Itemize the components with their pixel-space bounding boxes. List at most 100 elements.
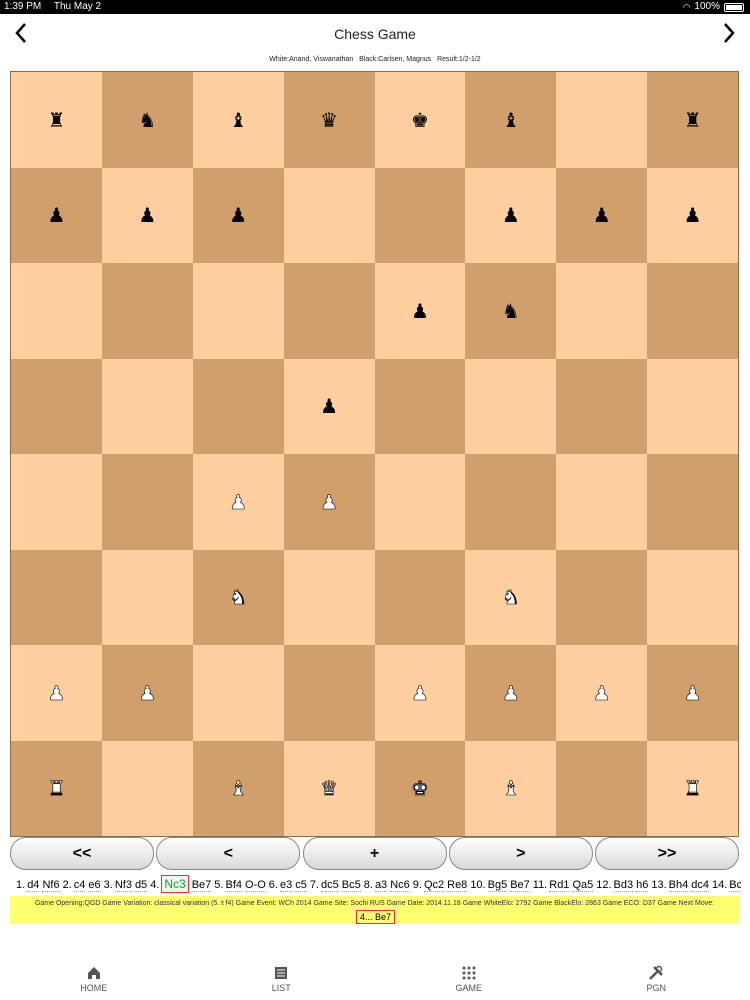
square-b3[interactable] (101, 549, 193, 645)
next-move-box[interactable]: 4... Be7 (355, 910, 396, 924)
square-e2[interactable]: ♟ (374, 645, 466, 741)
white-pawn-icon[interactable]: ♟ (592, 682, 611, 703)
square-g6[interactable] (556, 263, 648, 359)
move-black[interactable]: d5 (134, 879, 148, 892)
square-a7[interactable]: ♟ (11, 167, 102, 263)
black-king-icon[interactable]: ♚ (411, 110, 429, 130)
move-white[interactable]: Bg5 (487, 879, 508, 892)
black-knight-icon[interactable]: ♞ (502, 301, 520, 321)
black-pawn-icon[interactable]: ♟ (47, 205, 65, 225)
move-black[interactable]: O-O (245, 879, 266, 892)
black-pawn-icon[interactable]: ♟ (684, 205, 702, 225)
square-d1[interactable]: ♛ (283, 740, 375, 836)
square-c4[interactable]: ♟ (192, 454, 284, 550)
white-rook-icon[interactable]: ♜ (47, 778, 66, 799)
square-b7[interactable]: ♟ (101, 167, 193, 263)
forward-button[interactable] (714, 18, 744, 48)
white-pawn-icon[interactable]: ♟ (138, 682, 157, 703)
tab-pgn[interactable]: PGN (563, 958, 750, 1000)
white-pawn-icon[interactable]: ♟ (320, 491, 339, 512)
move-black[interactable]: e6 (88, 879, 101, 892)
square-e3[interactable] (374, 549, 466, 645)
square-a4[interactable] (11, 454, 102, 550)
white-pawn-icon[interactable]: ♟ (411, 682, 430, 703)
square-h6[interactable] (647, 263, 738, 359)
move-white[interactable]: Bh4 (668, 879, 689, 892)
black-pawn-icon[interactable]: ♟ (320, 396, 338, 416)
square-g5[interactable] (556, 358, 648, 454)
square-b6[interactable] (101, 263, 193, 359)
move-white[interactable]: Rd1 (549, 879, 570, 892)
move-white[interactable]: c4 (73, 879, 86, 892)
square-g3[interactable] (556, 549, 648, 645)
white-bishop-icon[interactable]: ♝ (229, 778, 248, 799)
move-white[interactable]: Bd3 (613, 879, 634, 892)
white-pawn-icon[interactable]: ♟ (47, 682, 66, 703)
square-e5[interactable] (374, 358, 466, 454)
last-move-button[interactable]: >> (595, 837, 739, 870)
black-rook-icon[interactable]: ♜ (47, 110, 65, 130)
square-a2[interactable]: ♟ (11, 645, 102, 741)
white-rook-icon[interactable]: ♜ (683, 778, 702, 799)
square-h8[interactable]: ♜ (647, 72, 738, 168)
square-e4[interactable] (374, 454, 466, 550)
white-king-icon[interactable]: ♚ (411, 778, 430, 799)
square-d2[interactable] (283, 645, 375, 741)
tab-game[interactable]: GAME (375, 958, 562, 1000)
square-f8[interactable]: ♝ (465, 72, 557, 168)
tab-list[interactable]: LIST (188, 958, 375, 1000)
white-knight-icon[interactable]: ♞ (229, 587, 248, 608)
white-pawn-icon[interactable]: ♟ (502, 682, 521, 703)
square-f4[interactable] (465, 454, 557, 550)
white-queen-icon[interactable]: ♛ (320, 778, 339, 799)
black-pawn-icon[interactable]: ♟ (229, 205, 247, 225)
move-white[interactable]: a3 (374, 879, 388, 892)
black-knight-icon[interactable]: ♞ (138, 110, 156, 130)
white-knight-icon[interactable]: ♞ (502, 587, 521, 608)
move-white[interactable]: Qc2 (423, 879, 445, 892)
square-c2[interactable] (192, 645, 284, 741)
move-black[interactable]: Be7 (191, 879, 212, 892)
move-black[interactable]: Nf6 (42, 879, 60, 892)
move-black[interactable]: c5 (295, 879, 307, 892)
square-f7[interactable]: ♟ (465, 167, 557, 263)
square-d3[interactable] (283, 549, 375, 645)
square-c8[interactable]: ♝ (192, 72, 284, 168)
square-g2[interactable]: ♟ (556, 645, 648, 741)
move-white[interactable]: d4 (27, 879, 40, 892)
move-black[interactable]: Re8 (447, 879, 468, 892)
square-d4[interactable]: ♟ (283, 454, 375, 550)
move-black[interactable]: Be7 (510, 879, 530, 892)
square-d6[interactable] (283, 263, 375, 359)
square-d8[interactable]: ♛ (283, 72, 375, 168)
square-h3[interactable] (647, 549, 738, 645)
square-h2[interactable]: ♟ (647, 645, 738, 741)
square-e6[interactable]: ♟ (374, 263, 466, 359)
square-e8[interactable]: ♚ (374, 72, 466, 168)
square-f5[interactable] (465, 358, 557, 454)
black-pawn-icon[interactable]: ♟ (411, 301, 429, 321)
move-black[interactable]: Nc6 (390, 879, 410, 892)
move-white[interactable]: e3 (279, 879, 293, 892)
previous-move-button[interactable]: < (156, 837, 301, 870)
white-pawn-icon[interactable]: ♟ (229, 491, 248, 512)
square-d5[interactable]: ♟ (283, 358, 375, 454)
square-e1[interactable]: ♚ (374, 740, 466, 836)
move-black[interactable]: h6 (636, 879, 649, 892)
square-b2[interactable]: ♟ (101, 645, 193, 741)
square-f1[interactable]: ♝ (465, 740, 557, 836)
square-a6[interactable] (11, 263, 102, 359)
current-move[interactable]: Nc3 (161, 875, 189, 893)
move-black[interactable]: dc4 (691, 879, 709, 892)
square-h4[interactable] (647, 454, 738, 550)
move-black[interactable]: Qa5 (572, 879, 594, 892)
black-pawn-icon[interactable]: ♟ (593, 205, 611, 225)
square-f6[interactable]: ♞ (465, 263, 557, 359)
square-h7[interactable]: ♟ (647, 167, 738, 263)
square-e7[interactable] (374, 167, 466, 263)
black-pawn-icon[interactable]: ♟ (502, 205, 520, 225)
square-a5[interactable] (11, 358, 102, 454)
square-f3[interactable]: ♞ (465, 549, 557, 645)
move-white[interactable]: Bc4 (729, 879, 741, 892)
square-b1[interactable] (101, 740, 193, 836)
